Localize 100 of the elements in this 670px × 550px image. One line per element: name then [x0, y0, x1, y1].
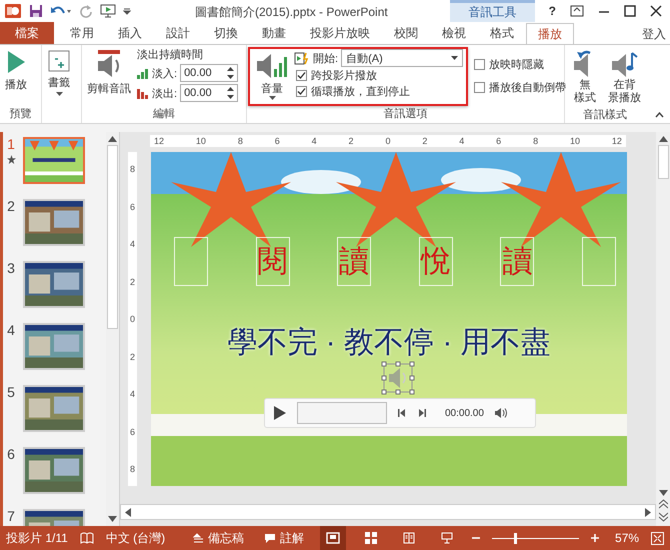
slide-thumbnail[interactable] [23, 261, 85, 308]
save-icon[interactable] [29, 4, 43, 18]
trim-audio-button[interactable]: 剪輯音訊 [85, 47, 133, 98]
scroll-down-icon[interactable] [108, 516, 117, 522]
group-label: 編輯 [152, 107, 176, 122]
checkbox-option[interactable]: 跨投影片撥放 [294, 68, 464, 83]
zoom-level[interactable]: 57% [615, 531, 640, 545]
step-back-icon[interactable] [397, 408, 407, 418]
ribbon-tab[interactable]: 切換 [202, 22, 250, 44]
ribbon-tab[interactable]: 投影片放映 [298, 22, 382, 44]
scrollbar-thumb[interactable] [107, 145, 118, 329]
slide-number: 1 [7, 137, 15, 152]
slide-number: 3 [7, 261, 15, 276]
fade-in-label: 淡入: [152, 66, 178, 80]
slide-title-character: 悅 [420, 246, 451, 276]
next-slide-icon[interactable] [658, 512, 668, 522]
normal-view-icon [326, 532, 340, 544]
presentation-icon[interactable] [100, 4, 116, 18]
dropdown-arrow-icon[interactable] [451, 56, 458, 60]
ribbon-tab[interactable]: 插入 [106, 22, 154, 44]
fade-out-label: 淡出: [152, 86, 178, 100]
previous-slide-icon[interactable] [658, 499, 668, 509]
fade-in-field[interactable]: 00.00 [180, 64, 238, 82]
slide-thumbnail[interactable] [23, 323, 85, 370]
step-forward-icon[interactable] [417, 408, 427, 418]
slide-thumbnail[interactable] [23, 447, 85, 494]
caret-icon [268, 96, 276, 101]
play-icon[interactable] [273, 405, 287, 421]
notes-button[interactable]: 備忘稿 [189, 530, 248, 546]
slide-thumbnail[interactable] [23, 199, 85, 246]
slide-number: 6 [7, 447, 15, 462]
notes-icon [193, 533, 204, 543]
ribbon-tab[interactable]: 校閱 [382, 22, 430, 44]
bookmarks-button[interactable]: 書籤 [45, 47, 73, 99]
ribbon-tab[interactable]: 動畫 [250, 22, 298, 44]
horizontal-ruler: 12 10 8 6 4 2 0 2 4 6 8 10 12 [150, 135, 626, 147]
volume-button[interactable]: 音量 [253, 49, 291, 103]
scroll-left-icon[interactable] [125, 508, 131, 516]
ribbon-display-icon[interactable] [570, 5, 584, 17]
slide-thumbnail[interactable] [23, 137, 85, 184]
group-label: 音訊樣式 [582, 108, 628, 123]
slide-title-character: 讀 [339, 246, 370, 276]
proofing-icon[interactable] [80, 532, 94, 544]
volume-icon[interactable] [494, 407, 508, 419]
ribbon-tab[interactable]: 格式 [478, 22, 526, 44]
audio-style-button[interactable]: 無 樣式 [568, 47, 602, 107]
projector-screen-icon [440, 532, 453, 544]
text-placeholder[interactable] [582, 237, 616, 286]
spinner-icon[interactable] [227, 86, 234, 100]
comments-button[interactable]: 註解 [260, 530, 308, 546]
zoom-in-icon[interactable] [591, 534, 600, 542]
scrollbar-thumb[interactable] [658, 145, 668, 180]
text-placeholder[interactable] [174, 237, 208, 286]
scroll-up-icon[interactable] [108, 136, 117, 142]
progress-track[interactable] [297, 402, 387, 424]
ribbon-tab[interactable]: 檔案 [0, 22, 54, 44]
scroll-right-icon[interactable] [645, 508, 651, 516]
sign-in-link[interactable]: 登入 [638, 22, 670, 44]
speaker-icon[interactable] [381, 361, 415, 395]
app-logo-icon[interactable] [4, 3, 22, 19]
group-label: 音訊選項 [382, 106, 428, 122]
play-button[interactable]: 播放 [3, 47, 29, 94]
slide-number: 5 [7, 385, 15, 400]
language-indicator[interactable]: 中文 (台灣) [106, 530, 166, 546]
scroll-up-icon[interactable] [658, 136, 668, 142]
group-label: 預覽 [8, 107, 32, 122]
fit-to-window-icon[interactable] [651, 532, 664, 544]
customize-icon[interactable] [123, 6, 131, 16]
zoom-slider-thumb[interactable] [514, 533, 518, 544]
ribbon-tab[interactable]: 檢視 [430, 22, 478, 44]
start-dropdown[interactable]: 自動(A) [341, 49, 464, 67]
zoom-slider[interactable] [492, 532, 580, 544]
bookmark-add-icon [47, 49, 71, 73]
checkbox-option[interactable]: 循環播放，直到停止 [294, 84, 464, 99]
help-button[interactable]: ? [548, 4, 556, 18]
contextual-tab-group: 音訊工具 [450, 0, 535, 22]
spinner-icon[interactable] [227, 66, 234, 80]
zoom-out-icon[interactable] [472, 534, 480, 542]
ribbon-tab[interactable]: 播放 [526, 23, 574, 45]
maximize-icon[interactable] [624, 5, 636, 17]
checkbox-option[interactable]: 放映時隱藏 [472, 57, 566, 72]
close-icon[interactable] [650, 5, 662, 17]
audio-style-button[interactable]: 在背 景播放 [606, 47, 643, 107]
volume-icon [255, 51, 289, 81]
slide-counter: 投影片 1/11 [6, 530, 68, 546]
vertical-ruler: 8 6 4 2 0 2 4 6 8 [128, 152, 137, 486]
view-button[interactable] [320, 526, 346, 550]
slide-number: 7 [7, 509, 15, 524]
start-icon [294, 52, 310, 64]
window-title: 圖書館簡介(2015).pptx - PowerPoint [195, 4, 388, 21]
scroll-down-icon[interactable] [658, 490, 668, 496]
slide-subtitle: 學不完 · 教不停 · 用不盡 [226, 325, 552, 361]
collapse-ribbon-icon[interactable] [655, 112, 664, 118]
checkbox-option[interactable]: 播放後自動倒帶 [472, 80, 566, 95]
ribbon-tab[interactable]: 設計 [154, 22, 202, 44]
play-icon [5, 49, 27, 75]
slide-title-character: 閱 [258, 246, 288, 276]
slide-thumbnail[interactable] [23, 385, 85, 432]
ribbon-tab[interactable]: 常用 [58, 22, 106, 44]
fade-out-field[interactable]: 00.00 [180, 84, 238, 102]
